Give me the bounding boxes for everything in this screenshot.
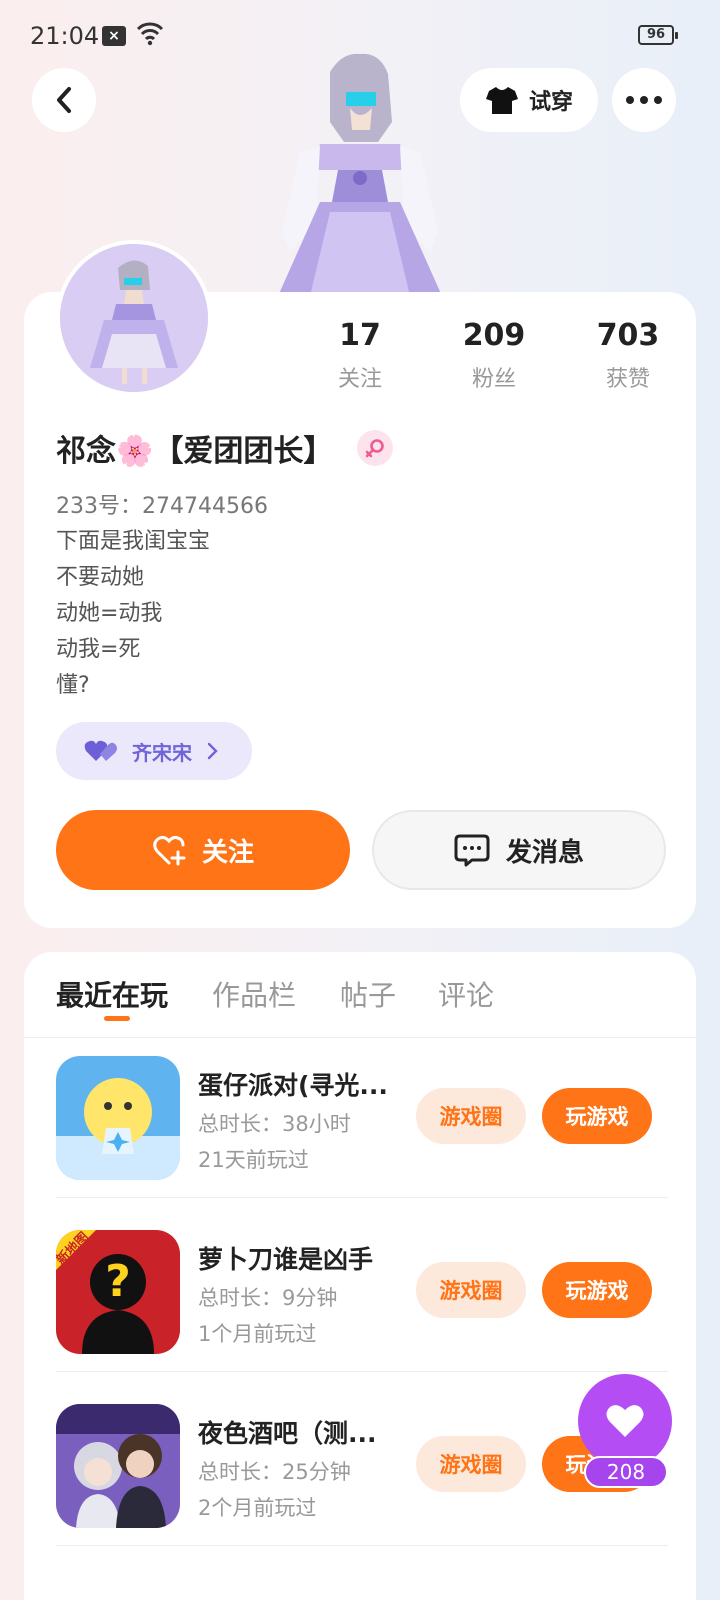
game-icon[interactable] — [56, 1404, 180, 1528]
bio-line: 懂? — [56, 673, 90, 698]
game-row[interactable]: 蛋仔派对(寻光... 总时长：38小时 21天前玩过 游戏圈 玩游戏 — [56, 1024, 668, 1198]
tab-indicator — [104, 1016, 130, 1021]
stat-likes[interactable]: 703 获赞 — [568, 318, 688, 393]
try-on-button[interactable]: 试穿 — [460, 68, 598, 132]
bio-line: 动我=死 — [56, 637, 141, 662]
back-button[interactable] — [32, 68, 96, 132]
game-row[interactable]: 夜色酒吧（测... 总时长：25分钟 2个月前玩过 游戏圈 玩游戏 — [56, 1372, 668, 1546]
chat-bubble-icon — [454, 834, 490, 867]
bio: 下面是我闺宝宝 不要动她 动她=动我 动我=死 懂? — [56, 524, 210, 704]
tab-works[interactable]: 作品栏 — [212, 974, 296, 1014]
game-circle-button[interactable]: 游戏圈 — [416, 1436, 526, 1492]
game-duration: 总时长：38小时 — [198, 1112, 351, 1136]
bio-line: 不要动她 — [56, 565, 145, 590]
female-gender-icon — [357, 430, 394, 466]
avatar-figure-image — [60, 244, 208, 392]
notification-icon: × — [102, 26, 126, 46]
game-title: 蛋仔派对(寻光... — [198, 1071, 388, 1100]
chevron-right-icon — [207, 742, 218, 760]
game-title: 萝卜刀谁是凶手 — [198, 1245, 374, 1274]
game-row[interactable]: ? 新地图 萝卜刀谁是凶手 总时长：9分钟 1个月前玩过 游戏圈 玩游戏 — [56, 1198, 668, 1372]
game-duration: 总时长：25分钟 — [198, 1460, 351, 1484]
heart-icon — [606, 1405, 644, 1437]
bio-line: 动她=动我 — [56, 601, 163, 626]
follow-button[interactable]: 关注 — [56, 810, 350, 890]
double-heart-icon — [84, 740, 117, 761]
nickname: 祁念🌸【爱团团长】 — [56, 434, 334, 469]
play-game-button[interactable]: 玩游戏 — [542, 1088, 652, 1144]
nickname-row: 祁念🌸【爱团团长】 — [56, 426, 394, 470]
bond-name: 齐宋宋 — [132, 740, 192, 765]
following-label: 关注 — [337, 367, 382, 392]
game-duration: 总时长：9分钟 — [198, 1286, 338, 1310]
follow-label: 关注 — [201, 837, 254, 868]
heart-plus-icon — [153, 835, 186, 866]
avatar[interactable] — [56, 240, 212, 396]
game-icon[interactable]: ? 新地图 — [56, 1230, 180, 1354]
likes-count: 703 — [596, 318, 660, 353]
tab-recently-played[interactable]: 最近在玩 — [56, 974, 168, 1014]
game-last-played: 21天前玩过 — [198, 1148, 309, 1172]
svg-text:?: ? — [105, 1256, 131, 1307]
tab-posts[interactable]: 帖子 — [340, 974, 396, 1014]
profile-card: 17 关注 209 粉丝 703 获赞 祁念🌸【爱团团长】 233号：27474… — [24, 240, 696, 928]
chevron-left-icon — [57, 87, 71, 113]
games-card: 最近在玩 作品栏 帖子 评论 蛋仔派对(寻光... 总时长：38小时 21天前玩… — [24, 952, 696, 1600]
tab-comments[interactable]: 评论 — [438, 974, 494, 1014]
floating-like-button[interactable] — [578, 1374, 672, 1468]
wifi-icon — [136, 22, 164, 46]
bio-line: 下面是我闺宝宝 — [56, 529, 211, 554]
try-on-label: 试穿 — [528, 90, 573, 115]
game-title: 夜色酒吧（测... — [198, 1419, 377, 1448]
game-last-played: 1个月前玩过 — [198, 1322, 317, 1346]
likes-label: 获赞 — [605, 367, 650, 392]
message-button[interactable]: 发消息 — [372, 810, 666, 890]
stat-following[interactable]: 17 关注 — [300, 318, 420, 393]
bond-tag[interactable]: 齐宋宋 — [56, 722, 252, 780]
following-count: 17 — [339, 318, 381, 353]
fans-count: 209 — [462, 318, 526, 353]
profile-stats: 17 关注 209 粉丝 703 获赞 — [304, 318, 696, 398]
more-dots-icon — [626, 96, 662, 104]
game-icon[interactable] — [56, 1056, 180, 1180]
avatar-3d-figure[interactable] — [260, 52, 460, 296]
floating-like-count: 208 — [584, 1456, 668, 1488]
game-circle-button[interactable]: 游戏圈 — [416, 1088, 526, 1144]
fans-label: 粉丝 — [471, 367, 516, 392]
game-circle-button[interactable]: 游戏圈 — [416, 1262, 526, 1318]
message-label: 发消息 — [505, 837, 584, 868]
shirt-icon — [485, 87, 518, 114]
stat-fans[interactable]: 209 粉丝 — [434, 318, 554, 393]
play-game-button[interactable]: 玩游戏 — [542, 1262, 652, 1318]
game-last-played: 2个月前玩过 — [198, 1496, 317, 1520]
more-button[interactable] — [612, 68, 676, 132]
status-time: 21:04 — [30, 22, 100, 50]
user-id: 233号：274744566 — [56, 494, 268, 519]
battery-indicator: 96 — [638, 25, 678, 45]
